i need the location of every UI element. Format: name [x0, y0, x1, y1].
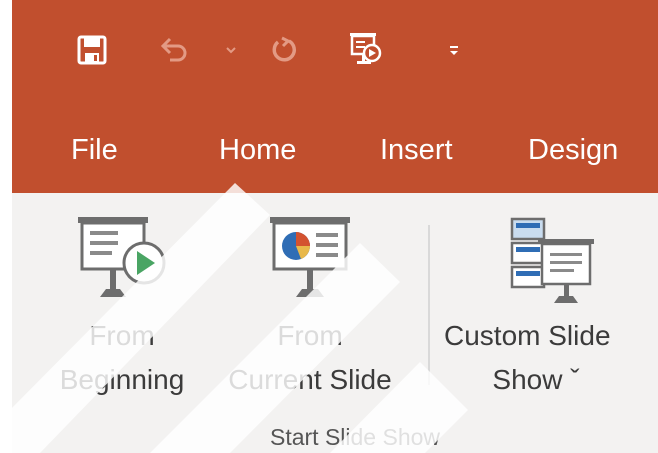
- chevron-down-icon: [226, 47, 236, 54]
- custom-show-label-line1: Custom Slide: [444, 320, 611, 351]
- slideshow-from-beginning-icon: [350, 33, 382, 64]
- undo-dropdown-button[interactable]: [223, 28, 239, 72]
- window-edge: [0, 0, 12, 453]
- redo-icon: [272, 36, 296, 62]
- tab-design[interactable]: Design: [528, 132, 618, 168]
- tab-insert[interactable]: Insert: [380, 132, 453, 168]
- projector-play-icon: [78, 217, 166, 297]
- group-separator: [428, 225, 430, 385]
- from-beginning-label-line1: From: [89, 320, 155, 351]
- projector-chart-icon: [270, 217, 350, 297]
- custom-slide-show-icon: [510, 217, 594, 303]
- from-current-label-line2: Current Slide: [228, 364, 392, 395]
- custom-show-label-line2: Show ˇ: [492, 364, 580, 395]
- undo-icon: [160, 37, 187, 62]
- tab-home[interactable]: Home: [219, 132, 296, 168]
- save-button[interactable]: [70, 28, 114, 72]
- from-beginning-label-line2: Beginning: [59, 364, 185, 395]
- customize-toolbar-icon: [450, 46, 458, 55]
- redo-button[interactable]: [266, 28, 302, 72]
- undo-button[interactable]: [156, 28, 192, 72]
- from-current-label-line1: From: [277, 320, 343, 351]
- tab-file[interactable]: File: [71, 132, 118, 168]
- group-label-start-slide-show: Start Slide Show: [269, 424, 441, 450]
- customize-toolbar-button[interactable]: [442, 28, 466, 72]
- save-icon: [77, 35, 107, 65]
- start-from-beginning-button[interactable]: [344, 28, 388, 72]
